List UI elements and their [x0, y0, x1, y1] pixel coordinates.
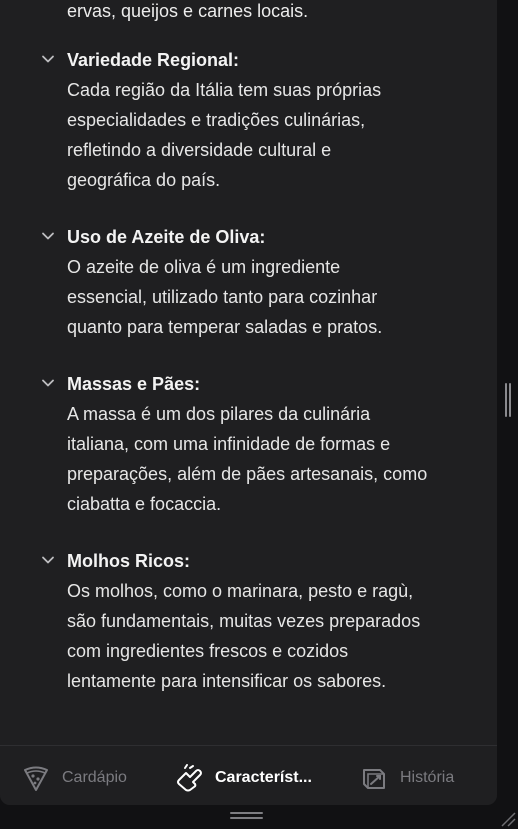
item-header[interactable]: Variedade Regional:	[0, 47, 497, 73]
chevron-down-icon[interactable]	[41, 376, 55, 390]
description-line: essencial, utilizado tanto para cozinhar	[67, 287, 378, 307]
description-line: geográfica do país.	[67, 170, 221, 190]
item-description: A massa é um dos pilares da culinária it…	[67, 399, 467, 519]
book-history-icon	[363, 769, 385, 789]
item-header[interactable]: Uso de Azeite de Oliva:	[0, 224, 497, 250]
item-title: Massas e Pães:	[67, 374, 201, 394]
item-title: Uso de Azeite de Oliva:	[67, 227, 266, 247]
item-title: Variedade Regional:	[67, 50, 240, 70]
item-header[interactable]: Massas e Pães:	[0, 371, 497, 397]
item-header[interactable]: Molhos Ricos:	[0, 548, 497, 574]
scrollbar-thumb[interactable]	[505, 383, 512, 417]
chevron-down-icon[interactable]	[41, 553, 55, 567]
features-content: ervas, queijos e carnes locais. Variedad…	[0, 0, 497, 745]
item-title: Molhos Ricos:	[67, 551, 191, 571]
item-description: O azeite de oliva é um ingrediente essen…	[67, 252, 467, 342]
bottom-tab-bar: Cardápio Característ... História	[0, 745, 497, 805]
tab-caracteristicas[interactable]: Característ...	[170, 746, 320, 805]
description-line: lentamente para intensificar os sabores.	[67, 671, 387, 691]
description-line: são fundamentais, muitas vezes preparado…	[67, 611, 421, 631]
description-line: A massa é um dos pilares da culinária	[67, 404, 371, 424]
description-line: Cada região da Itália tem suas próprias	[67, 80, 382, 100]
tab-historia[interactable]: História	[358, 746, 478, 805]
tab-label: História	[400, 769, 455, 786]
description-line: O azeite de oliva é um ingrediente	[67, 257, 341, 277]
description-line: refletindo a diversidade cultural e	[67, 140, 332, 160]
tab-cardapio[interactable]: Cardápio	[18, 746, 138, 805]
item-description: Os molhos, como o marinara, pesto e ragù…	[67, 576, 467, 696]
tab-label: Característ...	[215, 769, 312, 786]
resize-grip-icon[interactable]	[500, 809, 516, 827]
chevron-down-icon[interactable]	[41, 229, 55, 243]
drag-handle[interactable]	[230, 812, 263, 822]
chevron-down-icon[interactable]	[41, 52, 55, 66]
description-line: especialidades e tradições culinárias,	[67, 110, 366, 130]
description-line: com ingredientes frescos e cozidos	[67, 641, 349, 661]
hand-pointing-icon	[177, 764, 202, 792]
description-line: italiana, com uma infinidade de formas e	[67, 434, 391, 454]
pizza-slice-icon	[24, 766, 48, 791]
item-description: Cada região da Itália tem suas próprias …	[67, 75, 467, 195]
description-line: preparações, além de pães artesanais, co…	[67, 464, 428, 484]
previous-item-text: ervas, queijos e carnes locais.	[67, 1, 309, 21]
tab-label: Cardápio	[62, 769, 127, 786]
description-line: quanto para temperar saladas e pratos.	[67, 317, 383, 337]
features-panel: ervas, queijos e carnes locais. Variedad…	[0, 0, 497, 805]
description-line: Os molhos, como o marinara, pesto e ragù…	[67, 581, 414, 601]
description-line: ciabatta e focaccia.	[67, 494, 222, 514]
